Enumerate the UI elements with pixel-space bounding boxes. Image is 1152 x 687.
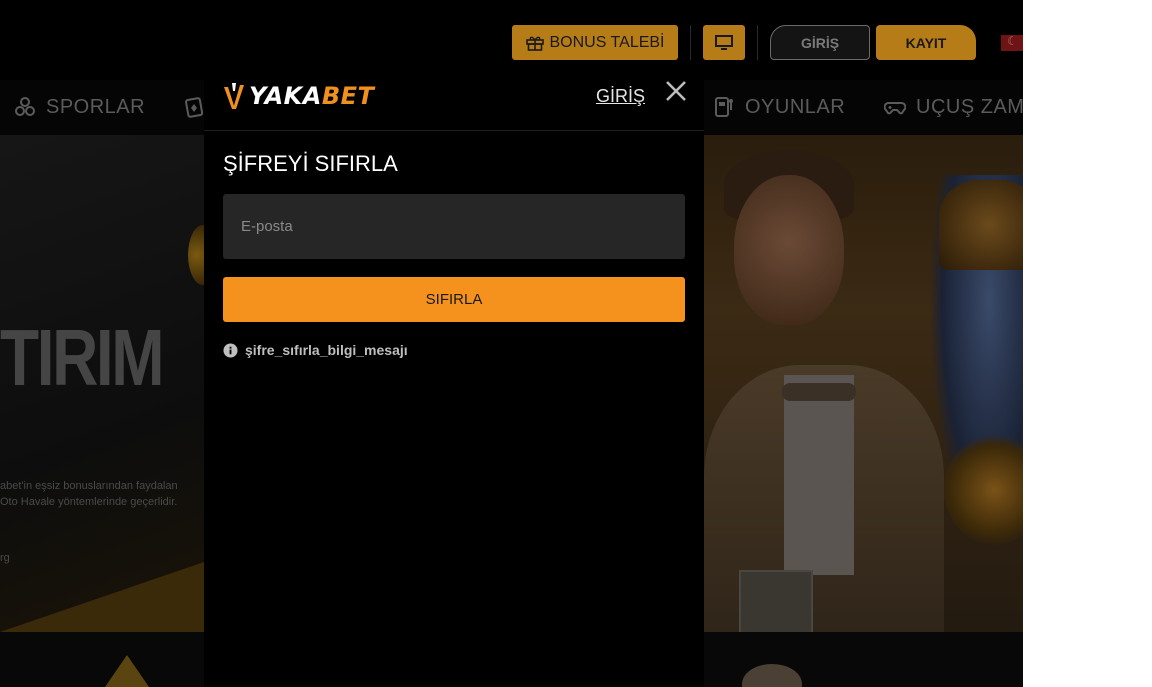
login-link[interactable]: GİRİŞ [596,86,645,107]
gamepad-icon [884,102,906,115]
reset-password-modal: YAKABET GİRİŞ ŞİFREYİ SIFIRLA SIFIRLA şi… [204,80,704,687]
nav-item-crash[interactable]: UÇUŞ ZAMA [884,92,1023,122]
nav-item-label: OYUNLAR [745,95,846,118]
banner-figure [939,180,1023,270]
register-button[interactable]: KAYIT [876,25,976,60]
banner-headline: TIRIM [0,313,165,402]
banner-figure [784,375,854,575]
brand-logo: YAKABET [223,80,374,112]
crown-decoration [105,655,149,687]
slot-machine-icon [715,97,733,117]
login-button[interactable]: GİRİŞ [770,25,870,60]
nav-item-label: UÇUŞ ZAMA [916,95,1023,118]
modal-title: ŞİFREYİ SIFIRLA [223,151,398,176]
info-icon [223,342,238,358]
nav-item-sports[interactable]: SPORLAR [14,92,145,122]
nav-item-label: SPORLAR [46,95,146,118]
email-field[interactable] [223,194,685,259]
modal-header: YAKABET GİRİŞ [204,80,704,131]
banner-text-line: rg [0,552,10,564]
bonus-request-button[interactable]: BONUS TALEBİ [512,25,678,60]
reset-button[interactable]: SIFIRLA [223,277,685,322]
header-divider [757,25,758,60]
gift-icon [525,36,544,51]
nav-item-games[interactable]: OYUNLAR [713,92,845,122]
close-icon[interactable] [665,80,687,102]
monitor-button[interactable] [703,25,745,60]
banner-text-line: abet'in eşsiz bonuslarından faydalan [0,480,178,492]
page-viewport: BONUS TALEBİ GİRİŞ KAYIT ☾ SPORLAR OYUNL… [0,0,1023,687]
soccer-balls-icon [15,97,35,116]
logo-text-white: YAKA [249,82,322,110]
playing-cards-icon [185,97,204,118]
logo-mark-icon [224,83,244,109]
banner-decoration [0,562,204,632]
info-message: şifre_sıfırla_bilgi_mesajı [223,342,408,358]
monitor-icon [715,34,733,50]
banner-card [739,570,813,632]
logo-text-orange: BET [321,82,375,110]
bonus-request-label: BONUS TALEBİ [549,33,665,51]
info-text: şifre_sıfırla_bilgi_mesajı [245,342,408,358]
games-banner-image[interactable] [704,135,1023,632]
banner-figure [734,175,844,325]
header-divider [690,25,691,60]
turkey-flag-icon[interactable]: ☾ [1001,35,1023,51]
nav-item-casino[interactable] [184,92,206,122]
banner-figure [782,383,856,401]
top-header: BONUS TALEBİ GİRİŞ KAYIT ☾ [0,0,1023,80]
banner-text-line: Oto Havale yöntemlerinde geçerlidir. [0,496,178,508]
